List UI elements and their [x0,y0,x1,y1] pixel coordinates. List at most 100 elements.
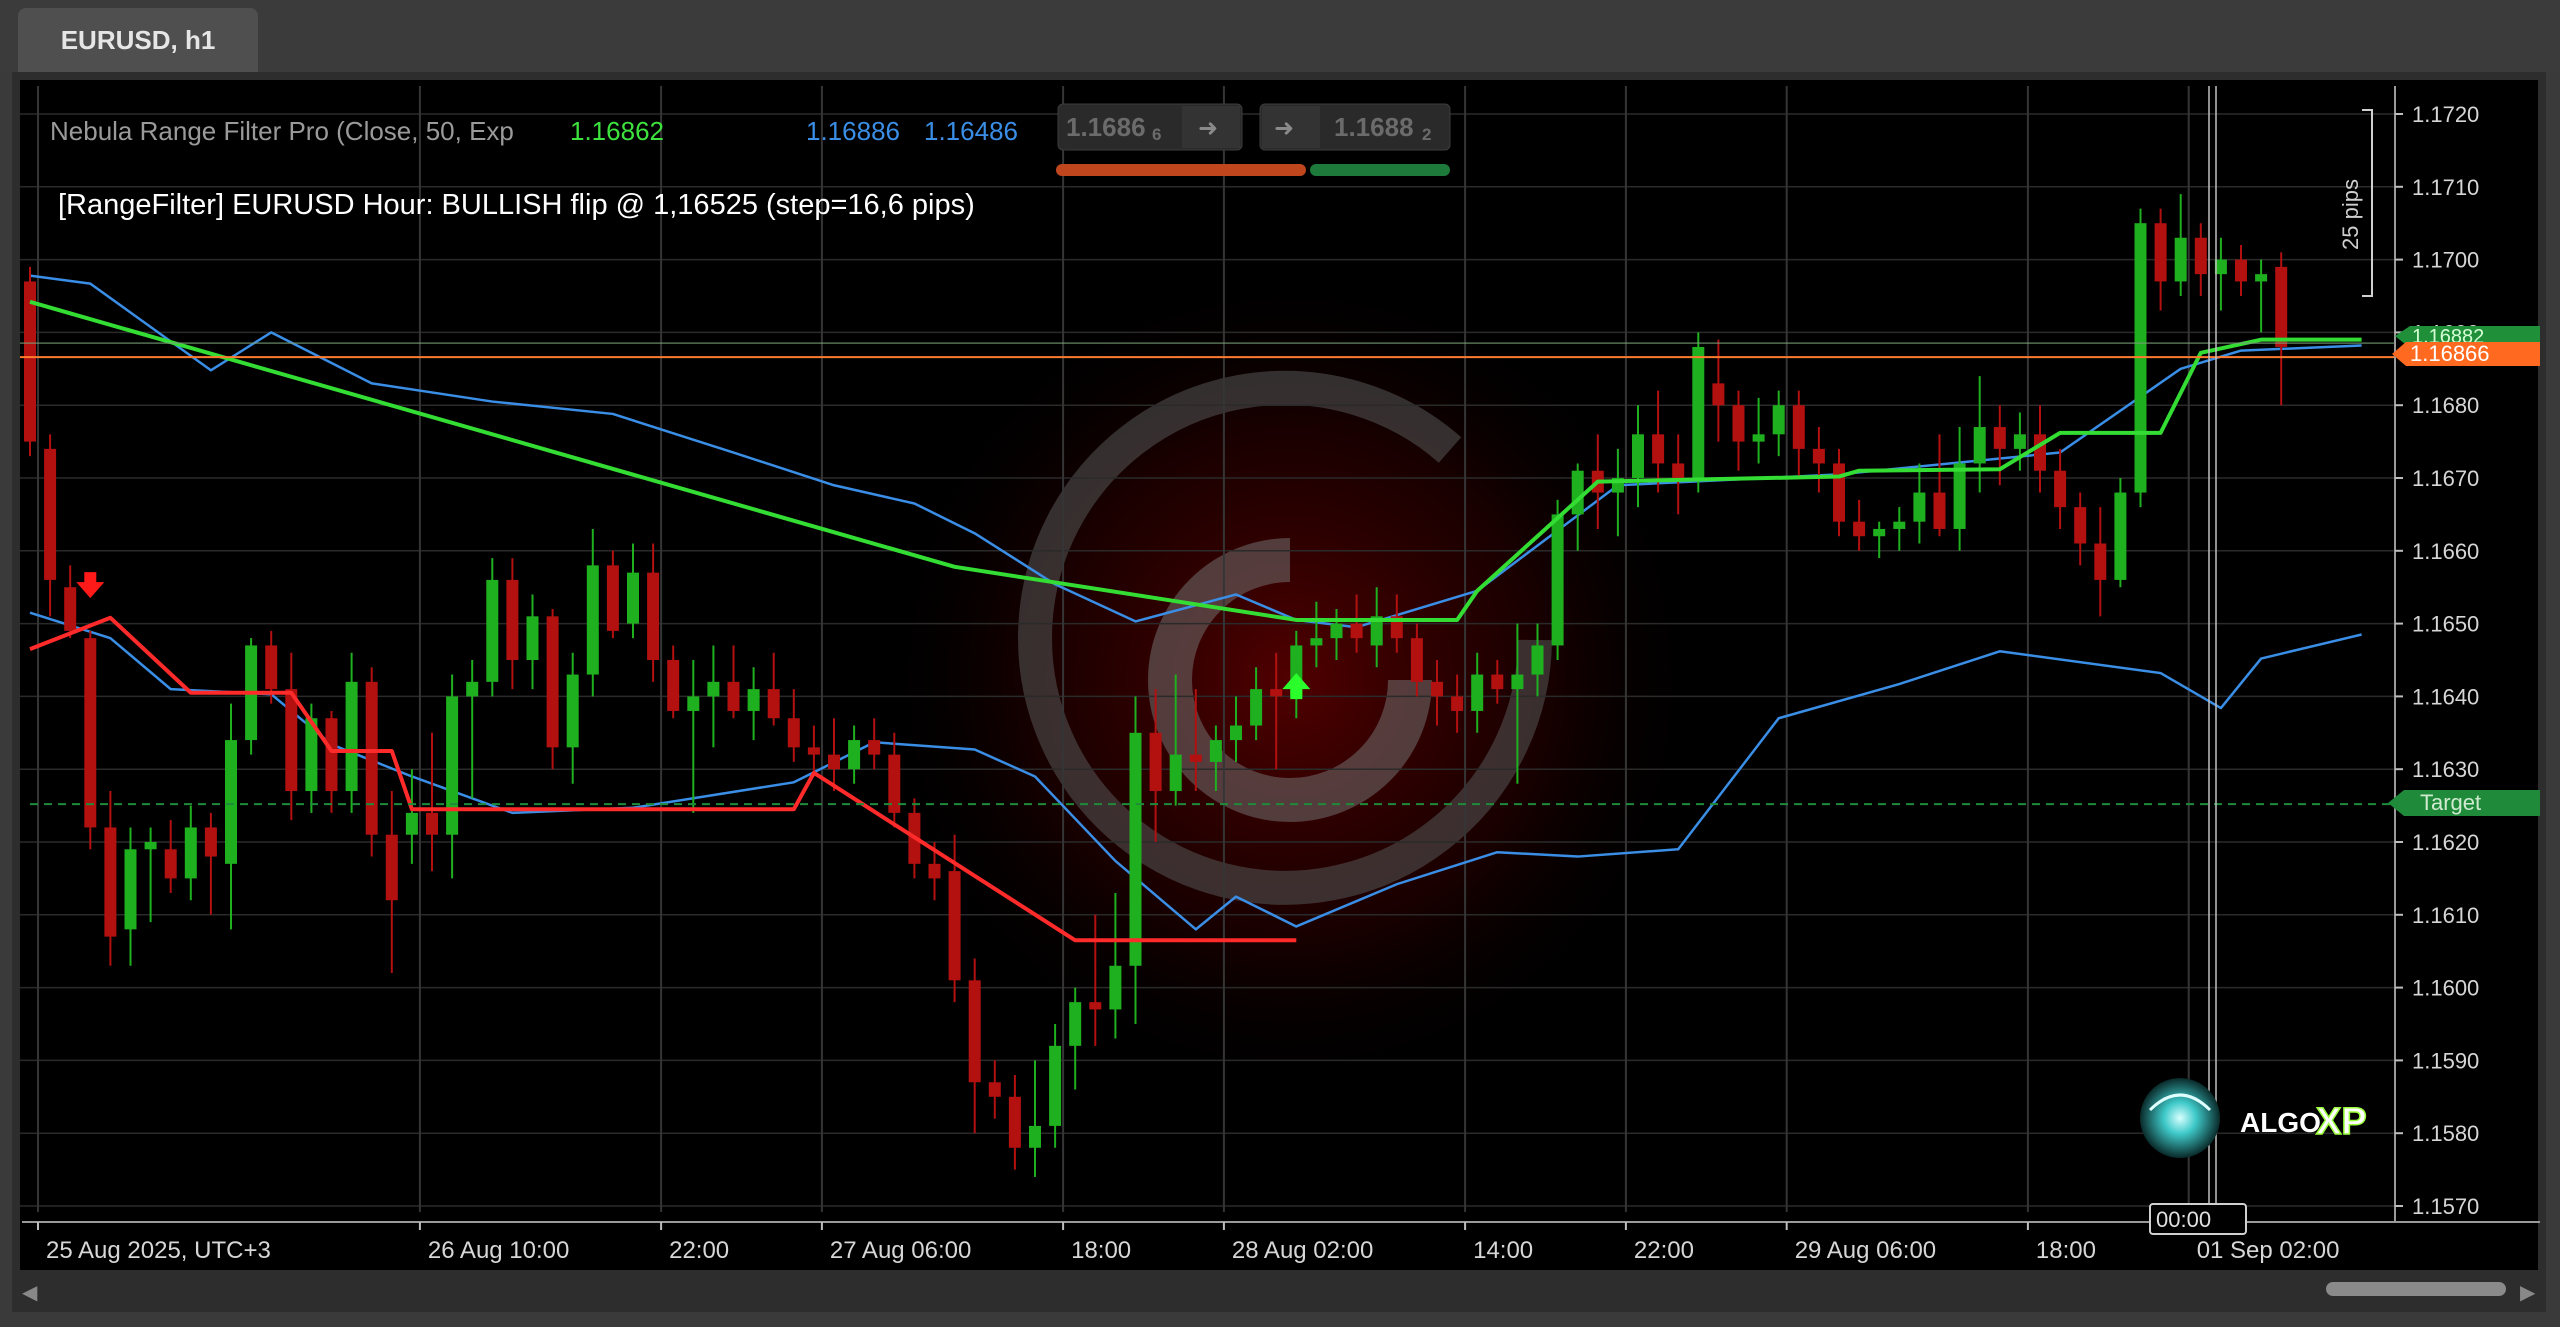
scroll-right-icon[interactable]: ▶ [2520,1280,2535,1305]
candle-bear [2054,470,2067,508]
candle-bear [868,740,881,755]
time-axis-label: 29 Aug 06:00 [1795,1237,1936,1264]
pips-ruler-label: 25 pips [2338,179,2363,250]
candle-bull [2114,492,2127,580]
candle-bull [747,689,760,711]
candle-bull [566,674,579,748]
price-tag-target-label: Target [2420,790,2481,815]
candle-bull [1873,528,1886,537]
candle-bull [848,740,861,770]
candle-bull [1330,623,1343,639]
candle-bull [2174,237,2187,282]
candle-bear [1451,696,1464,711]
candle-bear [1833,463,1845,522]
candle-bear [1491,674,1504,690]
candle-bull [586,565,599,675]
price-axis-label: 1.1660 [2412,539,2479,564]
candle-bear [2154,223,2167,282]
algoxp-logo: ALGO XP [2140,1078,2367,1158]
candle-bull [2255,274,2268,282]
price-axis-label: 1.1650 [2412,612,2479,637]
candle-bull [1772,405,1785,435]
candle-bear [647,572,660,660]
candle-bull [1531,645,1544,675]
price-chart[interactable]: 1.17201.17101.17001.16901.16801.16701.16… [0,0,2560,1327]
time-axis-label: 28 Aug 02:00 [1232,1237,1373,1264]
candle-bull [446,696,459,835]
candle-bear [84,638,97,828]
candle-bear [44,448,57,580]
candle-bull [1250,689,1263,726]
price-axis-label: 1.1620 [2412,830,2479,855]
time-axis-label: 18:00 [2036,1237,2096,1264]
time-axis-label: 14:00 [1473,1237,1533,1264]
indicator-name: Nebula Range Filter Pro (Close, 50, Exp [50,116,514,146]
candle-bear [1189,754,1202,762]
candle-bear [807,747,820,755]
candle-bear [928,863,941,879]
candle-bear [2034,434,2046,471]
price-axis-label: 1.1610 [2412,903,2479,928]
candle-bull [1752,434,1765,442]
candle-bear [325,718,338,792]
candle-bull [1511,674,1524,690]
sell-price: 1.1686 [1066,112,1146,142]
candle-bull [486,579,499,682]
time-axis-label: 01 Sep 02:00 [2197,1237,2340,1264]
candle-bear [546,616,559,748]
candle-bull [1913,492,1926,522]
scrollbar-thumb[interactable] [2326,1282,2506,1296]
candle-bull [526,616,539,660]
candle-bear [1008,1096,1021,1148]
time-axis-label: 27 Aug 06:00 [830,1237,971,1264]
price-tag-current-label: 1.16866 [2410,341,2490,366]
candle-bear [1350,623,1363,639]
candle-bear [64,587,77,631]
candle-bear [1270,689,1283,697]
price-tag-target: Target [2388,790,2540,816]
horizontal-scrollbar[interactable] [12,1278,2546,1304]
price-axis-label: 1.1680 [2412,393,2479,418]
candle-bear [1792,405,1805,449]
candle-bear [968,980,981,1083]
candle-bear [1993,427,2006,449]
candle-bull [1471,674,1484,711]
candle-bear [1410,638,1423,682]
candle-bear [2275,266,2288,347]
candle-bull [1069,1002,1082,1046]
candle-bull [1029,1125,1041,1148]
bar-countdown-label: 00:00 [2156,1207,2211,1232]
price-axis[interactable]: 1.17201.17101.17001.16901.16801.16701.16… [2394,86,2479,1222]
candle-bull [1230,725,1242,741]
indicator-value-2: 1.16886 [806,116,900,146]
candle-bear [506,579,519,660]
candle-bull [1049,1045,1062,1126]
price-axis-label: 1.1640 [2412,684,2479,709]
candle-bull [124,849,137,930]
candle-bull [405,812,418,835]
candle-bear [2194,237,2207,275]
price-axis-label: 1.1720 [2412,102,2479,127]
candle-bull [1129,732,1142,966]
signal-status-text: [RangeFilter] EURUSD Hour: BULLISH flip … [58,189,975,221]
watermark-logo [870,260,1710,1100]
candle-bull [1953,463,1966,529]
candle-bear [426,812,438,835]
scroll-left-icon[interactable]: ◀ [22,1280,37,1305]
sell-signal-arrow-icon [76,572,105,599]
price-axis-label: 1.1630 [2412,757,2479,782]
price-axis-label: 1.1600 [2412,976,2479,1001]
buy-price-pipette: 2 [1422,125,1431,144]
indicator-value-1: 1.16862 [570,116,664,146]
candle-bear [24,281,36,442]
candle-bear [1853,521,1866,537]
candle-bull [225,740,237,864]
candle-bear [104,827,117,937]
candle-bear [1712,383,1725,406]
bar-countdown: 00:00 [2149,1203,2247,1235]
candle-bear [265,645,278,690]
pips-ruler: 25 pips [2338,109,2373,297]
candle-bear [606,565,619,631]
candle-bull [707,681,720,697]
indicator-value-3: 1.16486 [924,116,1018,146]
